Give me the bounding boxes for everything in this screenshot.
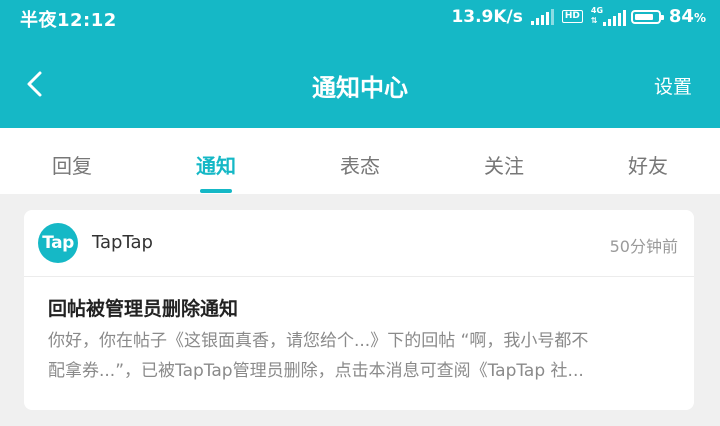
status-bar: 半夜12:12 13.9K/s HD 4G ⇅ 84% <box>0 0 720 36</box>
tab-replies[interactable]: 回复 <box>0 128 144 194</box>
sender-name: TapTap <box>92 232 153 253</box>
cellular-signal-icon: 4G ⇅ <box>590 5 626 26</box>
net-speed: 13.9K/s <box>451 6 523 27</box>
hd-icon: HD <box>561 10 583 23</box>
tab-bar: 回复 通知 表态 关注 好友 <box>0 128 720 194</box>
wifi-signal-icon <box>530 8 554 25</box>
data-arrows-icon: ⇅ <box>590 15 598 25</box>
tab-reactions[interactable]: 表态 <box>288 128 432 194</box>
notification-time: 50分钟前 <box>609 237 678 256</box>
notification-card[interactable]: Tap TapTap 50分钟前 回帖被管理员删除通知 你好，你在帖子《这银面真… <box>24 210 694 410</box>
battery-fill <box>634 13 654 20</box>
nav-bar: 通知中心 设置 <box>0 56 720 112</box>
notification-header: Tap TapTap 50分钟前 <box>24 210 694 277</box>
page-title: 通知中心 <box>312 74 408 102</box>
signal-bars-icon <box>602 9 626 26</box>
tab-friends[interactable]: 好友 <box>576 128 720 194</box>
notification-title: 回帖被管理员删除通知 <box>48 298 239 320</box>
app-header: 半夜12:12 13.9K/s HD 4G ⇅ 84% 通知中心 设置 <box>0 0 720 128</box>
status-indicators: 13.9K/s HD 4G ⇅ 84% <box>451 5 706 28</box>
notification-body: 你好，你在帖子《这银面真香，请您给个...》下的回帖 “啊，我小号都不 配拿券.… <box>48 326 668 386</box>
status-time: 半夜12:12 <box>20 10 117 31</box>
battery-icon <box>630 9 664 24</box>
network-type: 4G <box>590 5 604 15</box>
body-line: 你好，你在帖子《这银面真香，请您给个...》下的回帖 “啊，我小号都不 <box>48 331 589 351</box>
battery-percentage: 84% <box>668 6 706 27</box>
taptap-avatar: Tap <box>38 223 78 263</box>
settings-button[interactable]: 设置 <box>654 72 692 99</box>
tab-notifications[interactable]: 通知 <box>144 128 288 194</box>
body-line: 配拿券...”，已被TapTap管理员删除，点击本消息可查阅《TapTap 社.… <box>48 361 584 381</box>
tab-follows[interactable]: 关注 <box>432 128 576 194</box>
